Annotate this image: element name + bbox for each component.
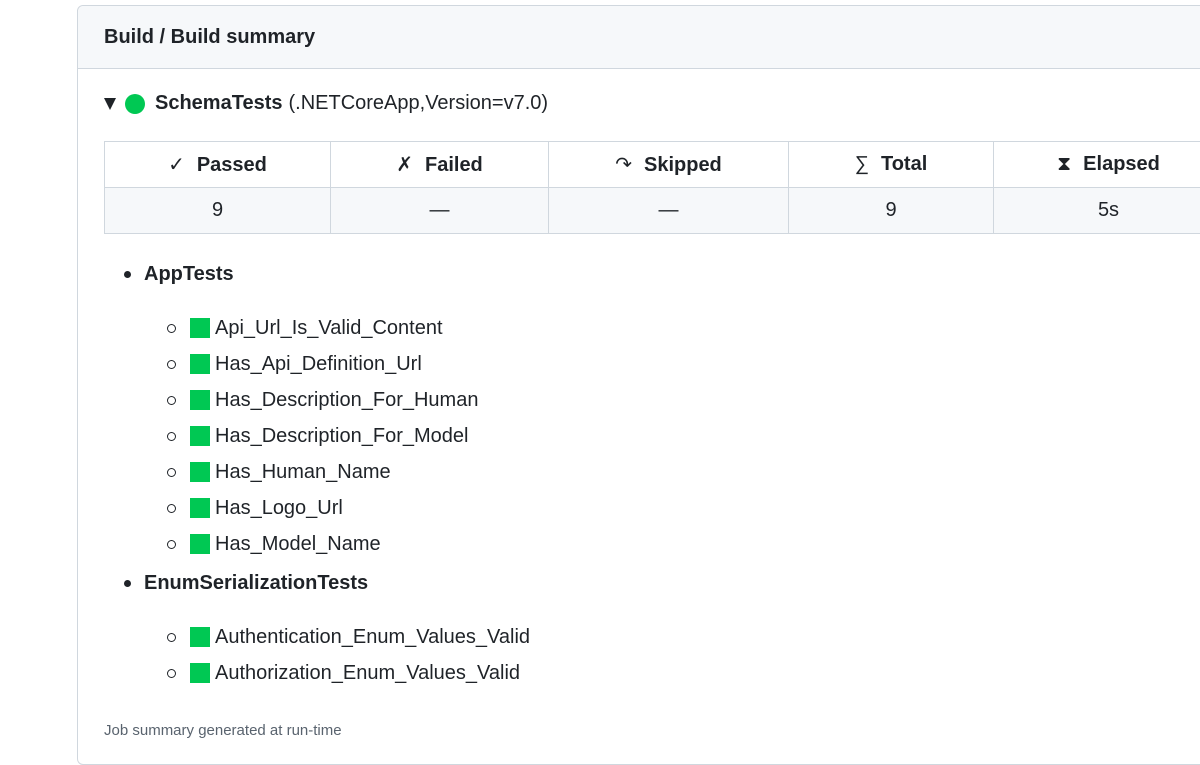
test-item: Has_Human_Name <box>167 454 530 490</box>
circle-bullet-icon <box>167 396 176 405</box>
test-name: Has_Api_Definition_Url <box>215 353 422 376</box>
header-label: Passed <box>197 154 267 176</box>
bullet-icon <box>124 580 131 587</box>
circle-bullet-icon <box>167 468 176 477</box>
header-total: ∑ Total <box>789 142 994 188</box>
header-label: Total <box>881 153 927 175</box>
test-group: AppTests Api_Url_Is_Valid_Content Has_Ap… <box>124 259 530 562</box>
circle-bullet-icon <box>167 360 176 369</box>
bullet-icon <box>124 271 131 278</box>
suite-framework: (.NETCoreApp,Version=v7.0) <box>288 92 548 115</box>
results-value-row: 9 — — 9 5s <box>105 188 1200 234</box>
value-failed: — <box>331 188 549 234</box>
header-label: Elapsed <box>1083 153 1160 175</box>
header-failed: ✗ Failed <box>331 142 549 188</box>
breadcrumb: Build / Build summary <box>78 6 1200 69</box>
test-item: Authorization_Enum_Values_Valid <box>167 655 530 691</box>
skip-arrow-icon: ↷ <box>615 152 632 177</box>
value-total: 9 <box>789 188 994 234</box>
sigma-icon: ∑ <box>855 153 869 176</box>
test-item: Has_Logo_Url <box>167 490 530 526</box>
suite-name: SchemaTests <box>155 92 282 115</box>
header-label: Failed <box>425 154 483 176</box>
pass-square-icon <box>190 354 210 374</box>
test-item: Has_Description_For_Model <box>167 418 530 454</box>
test-item: Api_Url_Is_Valid_Content <box>167 310 530 346</box>
group-title: AppTests <box>124 259 530 289</box>
status-dot-icon <box>125 94 145 114</box>
test-item: Has_Model_Name <box>167 526 530 562</box>
pass-square-icon <box>190 462 210 482</box>
check-icon: ✓ <box>168 152 185 177</box>
pass-square-icon <box>190 498 210 518</box>
circle-bullet-icon <box>167 432 176 441</box>
circle-bullet-icon <box>167 324 176 333</box>
cross-icon: ✗ <box>396 152 413 177</box>
test-group: EnumSerializationTests Authentication_En… <box>124 568 530 691</box>
pass-square-icon <box>190 627 210 647</box>
build-summary-panel: Build / Build summary SchemaTests (.NETC… <box>77 5 1200 765</box>
pass-square-icon <box>190 390 210 410</box>
circle-bullet-icon <box>167 540 176 549</box>
test-name: Authorization_Enum_Values_Valid <box>215 662 520 685</box>
test-name: Has_Human_Name <box>215 461 391 484</box>
test-name: Has_Description_For_Model <box>215 425 468 448</box>
test-name: Api_Url_Is_Valid_Content <box>215 317 443 340</box>
header-elapsed: ⧗ Elapsed <box>994 142 1200 188</box>
group-title: EnumSerializationTests <box>124 568 530 598</box>
pass-square-icon <box>190 426 210 446</box>
group-name: EnumSerializationTests <box>144 572 368 595</box>
header-passed: ✓ Passed <box>105 142 331 188</box>
header-label: Skipped <box>644 154 722 176</box>
test-item: Has_Api_Definition_Url <box>167 346 530 382</box>
test-groups: AppTests Api_Url_Is_Valid_Content Has_Ap… <box>124 259 530 697</box>
pass-square-icon <box>190 318 210 338</box>
circle-bullet-icon <box>167 669 176 678</box>
test-name: Has_Logo_Url <box>215 497 343 520</box>
circle-bullet-icon <box>167 633 176 642</box>
value-elapsed: 5s <box>994 188 1200 234</box>
results-header-row: ✓ Passed ✗ Failed ↷ Skipped ∑ Total ⧗ Elapsed <box>105 142 1200 188</box>
suite-toggle[interactable]: SchemaTests (.NETCoreApp,Version=v7.0) <box>104 92 548 115</box>
test-item: Has_Description_For_Human <box>167 382 530 418</box>
value-passed: 9 <box>105 188 331 234</box>
pass-square-icon <box>190 663 210 683</box>
test-name: Authentication_Enum_Values_Valid <box>215 626 530 649</box>
value-skipped: — <box>549 188 789 234</box>
footer-note: Job summary generated at run-time <box>104 722 342 739</box>
header-skipped: ↷ Skipped <box>549 142 789 188</box>
test-item: Authentication_Enum_Values_Valid <box>167 619 530 655</box>
circle-bullet-icon <box>167 504 176 513</box>
group-name: AppTests <box>144 263 234 286</box>
pass-square-icon <box>190 534 210 554</box>
test-list: Api_Url_Is_Valid_Content Has_Api_Definit… <box>167 310 530 562</box>
test-list: Authentication_Enum_Values_Valid Authori… <box>167 619 530 691</box>
test-name: Has_Description_For_Human <box>215 389 478 412</box>
disclosure-triangle-icon[interactable] <box>104 98 116 110</box>
test-name: Has_Model_Name <box>215 533 381 556</box>
results-table: ✓ Passed ✗ Failed ↷ Skipped ∑ Total ⧗ Elapsed… <box>104 141 1200 234</box>
hourglass-icon: ⧗ <box>1057 153 1071 176</box>
